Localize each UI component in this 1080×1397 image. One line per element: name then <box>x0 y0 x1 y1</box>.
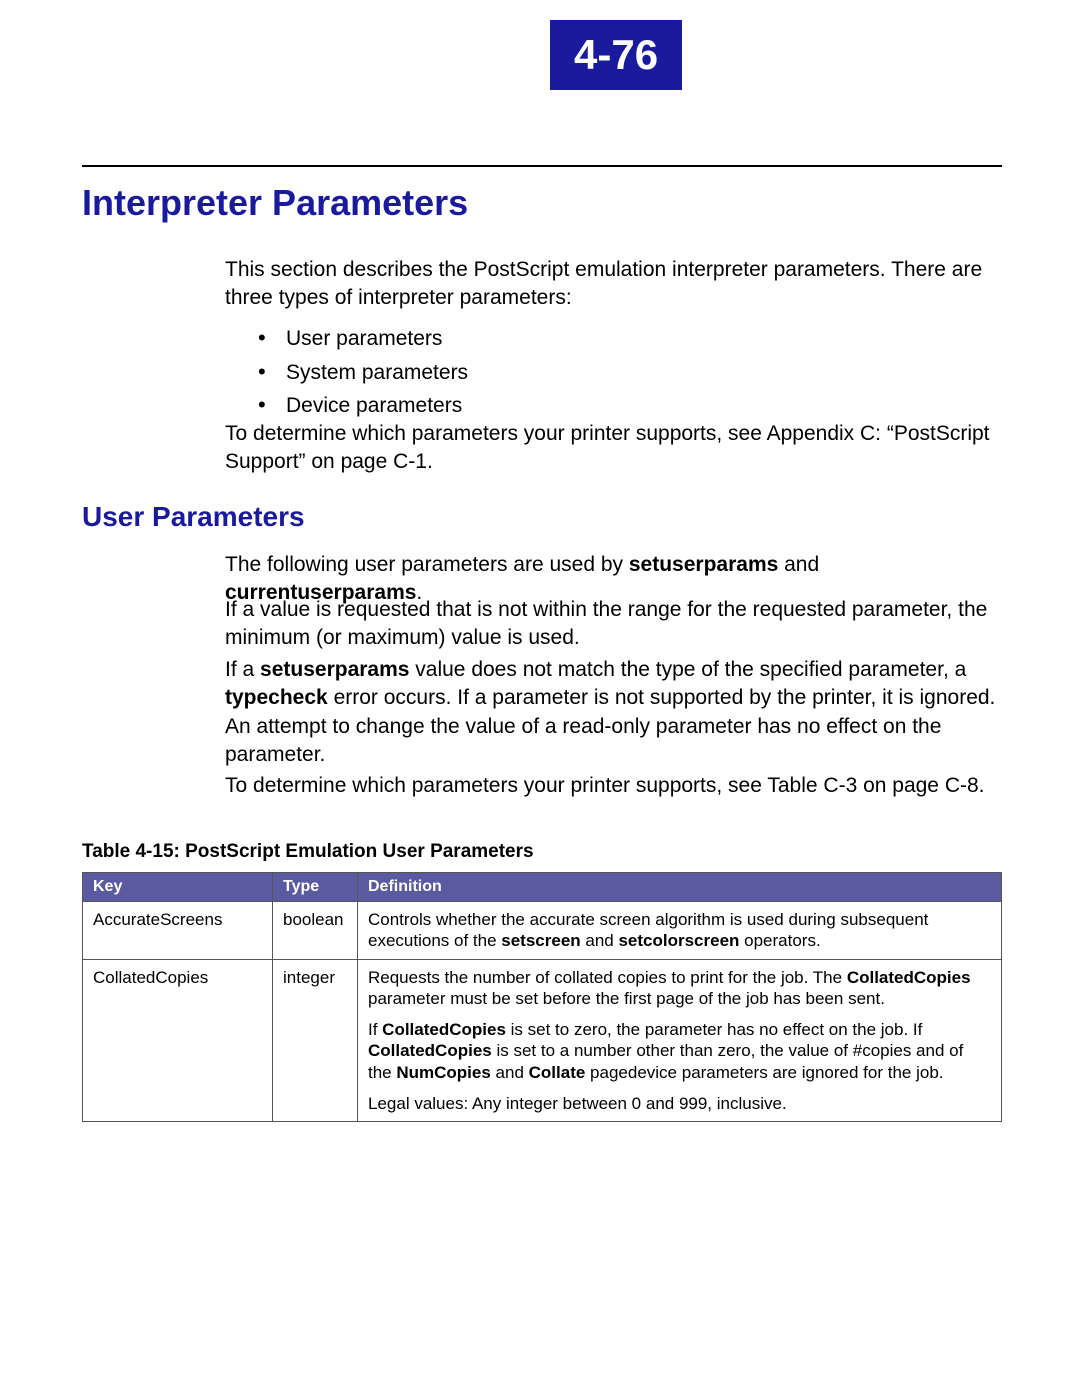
cell-definition: Requests the number of collated copies t… <box>358 959 1002 1122</box>
chapter-title-box: PostScript <box>682 20 878 90</box>
cell-type: boolean <box>273 902 358 960</box>
text-bold: setuserparams <box>629 553 778 576</box>
text: error occurs. If a parameter is not supp… <box>225 686 995 766</box>
user-paragraph-3: If a setuserparams value does not match … <box>225 656 1001 769</box>
cell-key: AccurateScreens <box>83 902 273 960</box>
text-bold: NumCopies <box>396 1063 490 1082</box>
text-bold: CollatedCopies <box>382 1020 506 1039</box>
text: Requests the number of collated copies t… <box>368 968 847 987</box>
bullet-list: User parameters System parameters Device… <box>258 323 468 424</box>
text-bold: setscreen <box>501 931 580 950</box>
intro-paragraph-2: To determine which parameters your print… <box>225 420 1001 477</box>
text: and <box>581 931 619 950</box>
text: pagedevice parameters are ignored for th… <box>585 1063 943 1082</box>
text-bold: CollatedCopies <box>847 968 971 987</box>
text: If a <box>225 658 260 681</box>
cell-key: CollatedCopies <box>83 959 273 1122</box>
definition-paragraph: Requests the number of collated copies t… <box>368 967 991 1010</box>
page-number: 4-76 <box>574 31 658 79</box>
text-bold: setuserparams <box>260 658 409 681</box>
definition-paragraph: Legal values: Any integer between 0 and … <box>368 1093 991 1114</box>
text: If <box>368 1020 382 1039</box>
heading-1: Interpreter Parameters <box>82 182 468 224</box>
text: and <box>491 1063 529 1082</box>
text-bold: CollatedCopies <box>368 1041 492 1060</box>
cell-type: integer <box>273 959 358 1122</box>
text: value does not match the type of the spe… <box>409 658 966 681</box>
intro-paragraph-1: This section describes the PostScript em… <box>225 256 1001 313</box>
text: parameter must be set before the first p… <box>368 989 885 1008</box>
user-paragraph-2: If a value is requested that is not with… <box>225 596 1001 653</box>
list-item: System parameters <box>258 357 468 389</box>
chapter-title: PostScript <box>708 36 878 75</box>
user-params-table: Key Type Definition AccurateScreens bool… <box>82 872 1002 1122</box>
text: and <box>778 553 819 576</box>
text-bold: Collate <box>529 1063 586 1082</box>
text: operators. <box>739 931 820 950</box>
col-header-key: Key <box>83 873 273 902</box>
table-row: AccurateScreens boolean Controls whether… <box>83 902 1002 960</box>
text: The following user parameters are used b… <box>225 553 629 576</box>
text: is set to zero, the parameter has no eff… <box>506 1020 922 1039</box>
table-row: CollatedCopies integer Requests the numb… <box>83 959 1002 1122</box>
definition-paragraph: If CollatedCopies is set to zero, the pa… <box>368 1019 991 1083</box>
text-bold: setcolorscreen <box>618 931 739 950</box>
col-header-definition: Definition <box>358 873 1002 902</box>
horizontal-rule <box>82 165 1002 167</box>
table-header-row: Key Type Definition <box>83 873 1002 902</box>
page-header: 4-76 PostScript <box>550 20 1010 90</box>
list-item: Device parameters <box>258 390 468 422</box>
col-header-type: Type <box>273 873 358 902</box>
page-number-box: 4-76 <box>550 20 682 90</box>
heading-2: User Parameters <box>82 501 305 533</box>
text-bold: typecheck <box>225 686 328 709</box>
table-caption: Table 4-15: PostScript Emulation User Pa… <box>82 841 534 863</box>
cell-definition: Controls whether the accurate screen alg… <box>358 902 1002 960</box>
list-item: User parameters <box>258 323 468 355</box>
user-paragraph-4: To determine which parameters your print… <box>225 772 1001 800</box>
